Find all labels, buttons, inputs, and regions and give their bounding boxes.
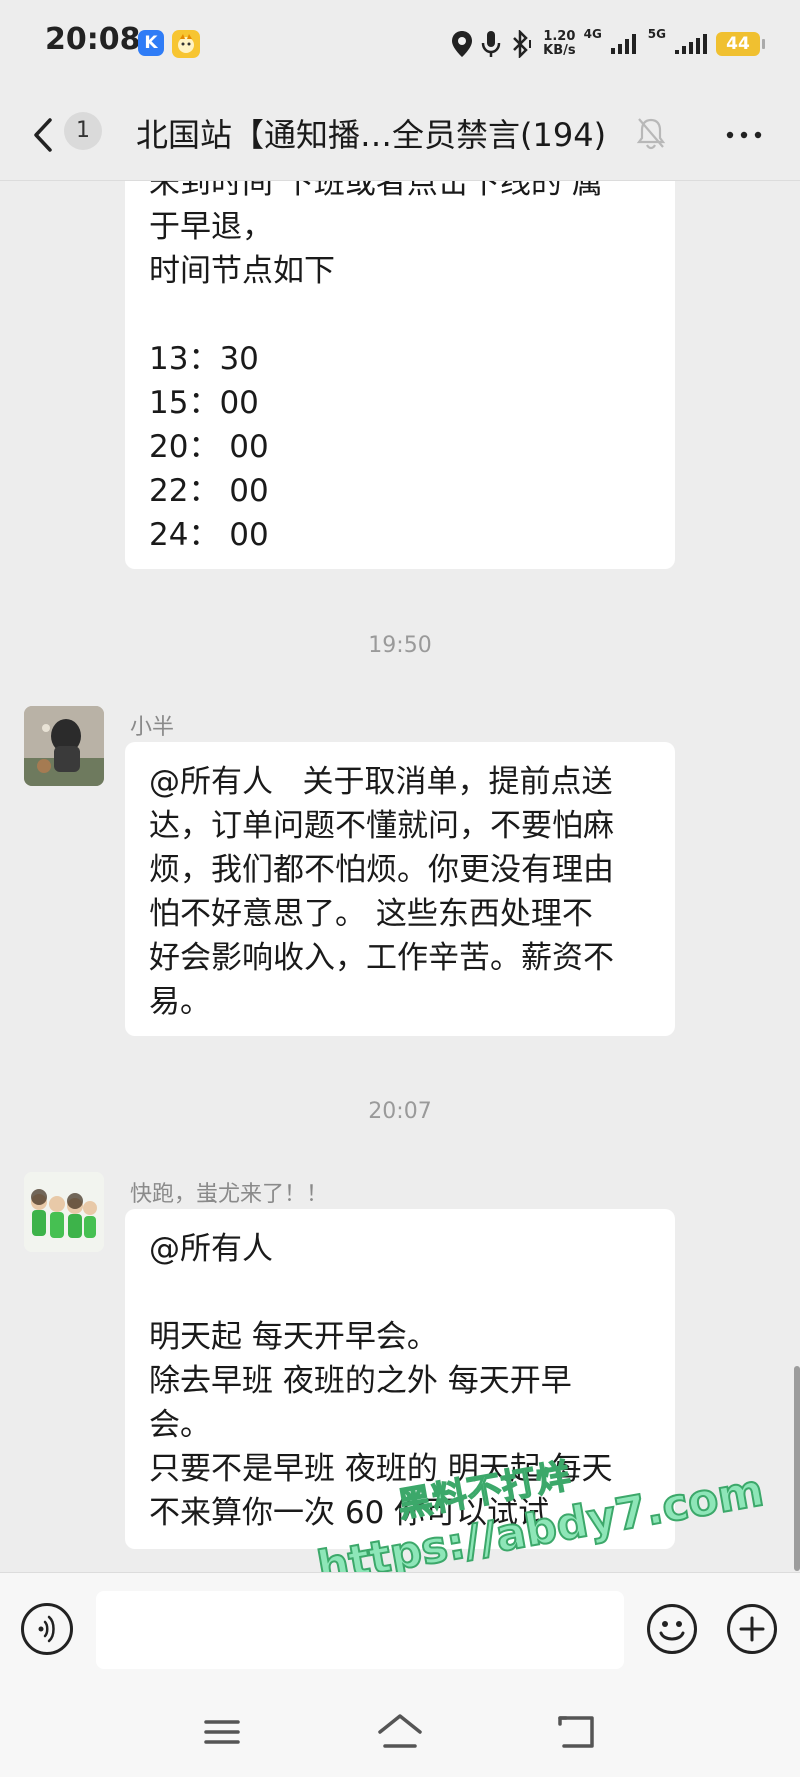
- sender-name: 小半: [130, 715, 175, 740]
- avatar[interactable]: [24, 1172, 104, 1252]
- nav-back-button[interactable]: [548, 1710, 608, 1754]
- network-4g-label: 4G: [583, 27, 602, 41]
- status-bar: 20:08 K 1.20 KB/s 4G 5G 44: [0, 0, 800, 90]
- message-input[interactable]: [96, 1591, 624, 1669]
- scrollbar[interactable]: [794, 1366, 800, 1571]
- system-nav-bar: [0, 1688, 800, 1777]
- voice-button[interactable]: [21, 1603, 73, 1655]
- voice-icon: [38, 1615, 55, 1643]
- status-time: 20:08: [45, 22, 141, 57]
- more-options-button[interactable]: [722, 120, 766, 150]
- signal-icon: [610, 33, 640, 55]
- menu-icon: [204, 1720, 240, 1744]
- network-5g-label: 5G: [647, 27, 666, 41]
- message-timestamp: 19:50: [368, 633, 432, 658]
- location-icon: [451, 30, 473, 58]
- back-button[interactable]: [28, 112, 62, 158]
- status-icons: 1.20 KB/s 4G 5G 44: [451, 24, 765, 64]
- microphone-icon: [481, 30, 501, 58]
- plus-button[interactable]: [726, 1603, 778, 1655]
- nav-home-button[interactable]: [370, 1710, 430, 1754]
- nav-menu-button[interactable]: [192, 1710, 252, 1754]
- chat-header: 1 北国站【通知播…全员禁言(194): [0, 90, 800, 181]
- message-bubble[interactable]: @所有人 明天起 每天开早会。 除去早班 夜班的之外 每天开早 会。 只要不是早…: [125, 1209, 675, 1549]
- signal-5g-icon: [674, 33, 708, 55]
- input-bar: [0, 1572, 800, 1688]
- return-icon: [558, 1716, 594, 1748]
- more-dots-icon: [726, 131, 762, 139]
- bell-off-icon: [636, 116, 666, 154]
- emoji-button[interactable]: [646, 1603, 698, 1655]
- smiley-icon: [647, 1604, 697, 1654]
- unread-count-badge[interactable]: 1: [64, 112, 102, 150]
- app-k-icon: K: [138, 30, 164, 56]
- home-icon: [378, 1714, 422, 1748]
- message-timestamp: 20:07: [368, 1099, 432, 1124]
- sender-name: 快跑，蚩尤来了！！: [130, 1182, 329, 1207]
- plus-icon: [727, 1604, 777, 1654]
- avatar[interactable]: [24, 706, 104, 786]
- message-bubble[interactable]: @所有人 关于取消单，提前点送 达，订单问题不懂就问，不要怕麻 烦，我们都不怕烦…: [125, 742, 675, 1036]
- battery-indicator: 44: [716, 32, 765, 56]
- message-list[interactable]: 未到时间 下班或者点击下线的 属 于早退， 时间节点如下 13：30 15：00…: [0, 181, 800, 1571]
- message-bubble[interactable]: 未到时间 下班或者点击下线的 属 于早退， 时间节点如下 13：30 15：00…: [125, 181, 675, 569]
- chevron-left-icon: [34, 118, 52, 152]
- bluetooth-icon: [509, 30, 535, 58]
- network-speed: 1.20 KB/s: [543, 29, 576, 58]
- chat-title[interactable]: 北国站【通知播…全员禁言(194): [136, 110, 606, 156]
- app-notification-icon: [172, 30, 200, 58]
